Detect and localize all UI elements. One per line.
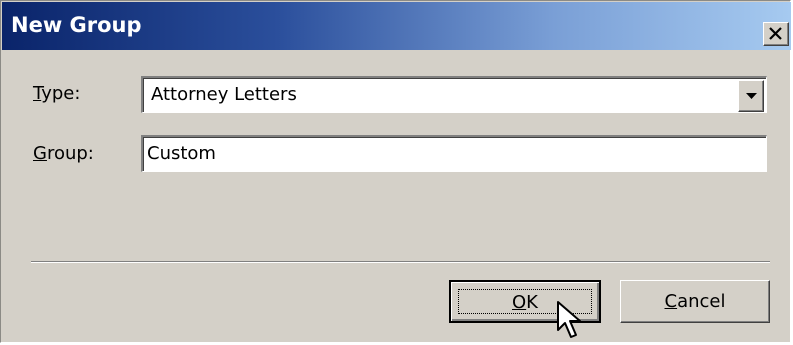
separator (31, 261, 770, 263)
type-dropdown[interactable]: Attorney Letters (141, 76, 767, 113)
new-group-dialog: New Group Type: Attorney Letters Group: … (0, 0, 791, 343)
type-selected-value: Attorney Letters (151, 84, 297, 105)
close-icon (769, 27, 782, 40)
cancel-button[interactable]: Cancel (620, 280, 770, 323)
chevron-down-icon (746, 93, 757, 99)
type-label-mnemonic: T (33, 83, 42, 104)
title-bar[interactable]: New Group (2, 2, 791, 50)
ok-button-label: OK (512, 292, 538, 313)
type-label: Type: (33, 83, 80, 105)
close-button[interactable] (763, 22, 789, 46)
group-label-mnemonic: G (33, 143, 47, 164)
window-title: New Group (11, 13, 142, 37)
type-label-rest: ype: (41, 83, 81, 104)
group-input[interactable]: Custom (141, 135, 767, 172)
mouse-pointer-icon (557, 301, 581, 338)
type-dropdown-button[interactable] (738, 80, 764, 112)
cancel-button-label: Cancel (664, 291, 726, 312)
group-label: Group: (33, 143, 94, 165)
group-label-rest: roup: (46, 143, 94, 164)
group-input-value: Custom (147, 143, 216, 164)
